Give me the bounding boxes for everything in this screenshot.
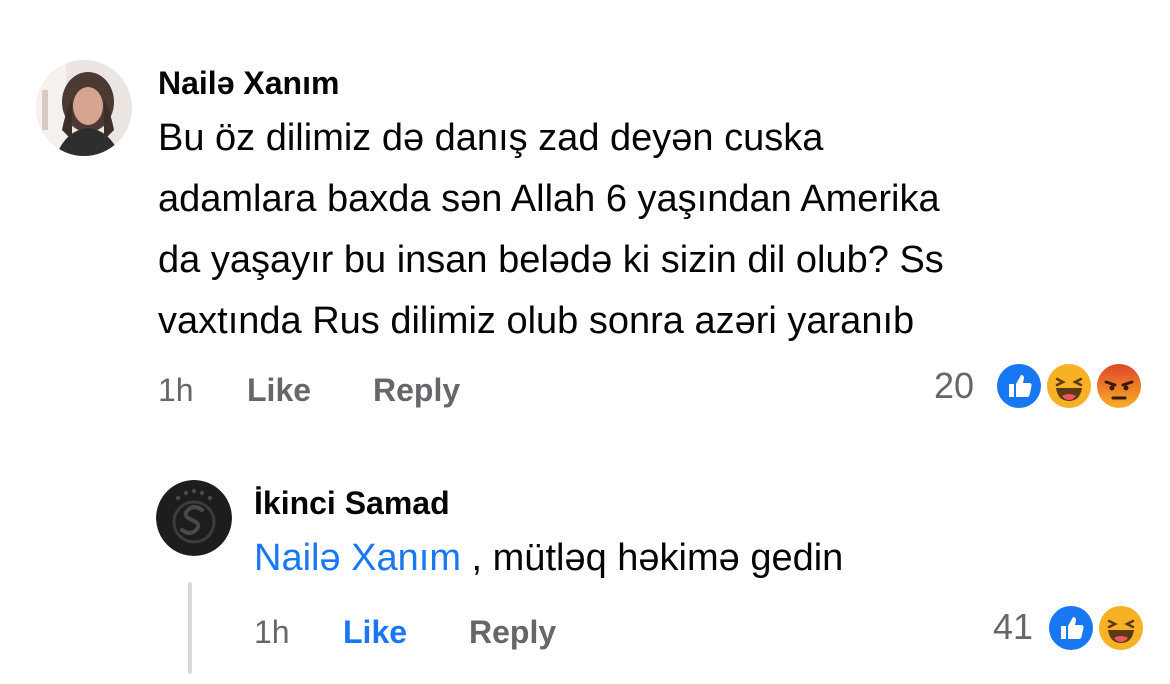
like-icon <box>997 364 1041 408</box>
like-icon <box>1049 606 1093 650</box>
reply-like-button[interactable]: Like <box>343 612 407 652</box>
avatar[interactable] <box>36 60 132 156</box>
reply-text-body: , mütləq həkimə gedin <box>460 537 844 579</box>
comment-timestamp[interactable]: 1h <box>158 370 194 410</box>
comment-text-line: vaxtında Rus dilimiz olub sonra azəri ya… <box>158 300 915 342</box>
reaction-count[interactable]: 20 <box>934 366 974 406</box>
comment-text: Bu öz dilimiz də danış zad deyən cuska a… <box>158 108 944 352</box>
haha-icon <box>1047 364 1091 408</box>
reply-reply-button[interactable]: Reply <box>469 612 556 652</box>
reply-timestamp[interactable]: 1h <box>254 612 290 652</box>
like-reaction[interactable] <box>994 361 1044 411</box>
reply-text: Nailə Xanım , mütləq həkimə gedin <box>254 528 843 589</box>
angry-reaction[interactable] <box>1094 361 1144 411</box>
galatasaray-logo-icon <box>156 480 232 556</box>
reply-haha-reaction[interactable] <box>1096 603 1146 653</box>
haha-reaction[interactable] <box>1044 361 1094 411</box>
comment-text-line: Bu öz dilimiz də danış zad deyən cuska <box>158 117 824 159</box>
profile-photo <box>36 60 132 156</box>
like-button[interactable]: Like <box>247 370 311 410</box>
angry-icon <box>1097 364 1141 408</box>
reply-author[interactable]: İkinci Samad <box>254 484 450 522</box>
reply-button[interactable]: Reply <box>373 370 460 410</box>
reply-avatar[interactable] <box>156 480 232 556</box>
thread-line <box>188 582 192 674</box>
reply-like-reaction[interactable] <box>1046 603 1096 653</box>
mention-link[interactable]: Nailə Xanım <box>254 537 461 579</box>
reply-reaction-count[interactable]: 41 <box>993 607 1033 647</box>
comment-author[interactable]: Nailə Xanım <box>158 64 339 102</box>
comment-text-line: adamlara baxda sən Allah 6 yaşından Amer… <box>158 178 940 220</box>
comment-text-line: da yaşayır bu insan belədə ki sizin dil … <box>158 239 944 281</box>
haha-icon <box>1099 606 1143 650</box>
